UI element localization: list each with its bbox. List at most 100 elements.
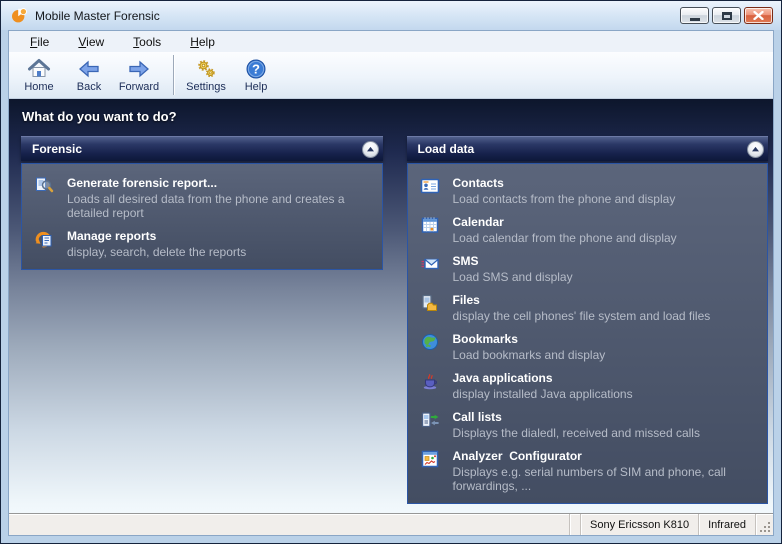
item-sms[interactable]: SMSLoad SMS and display <box>420 254 760 284</box>
contacts-icon <box>420 176 440 196</box>
item-calendar[interactable]: CalendarLoad calendar from the phone and… <box>420 215 760 245</box>
menu-item-view[interactable]: View <box>70 33 112 51</box>
bookmarks-icon <box>420 332 440 352</box>
analyzer-icon <box>420 449 440 469</box>
item-description: display, search, delete the reports <box>67 245 246 259</box>
minimize-button[interactable] <box>680 7 709 24</box>
status-connection: Infrared <box>698 514 755 535</box>
item-title[interactable]: Bookmarks <box>453 332 606 347</box>
item-title[interactable]: Calendar <box>453 215 677 230</box>
item-title[interactable]: Generate forensic report... <box>67 176 374 191</box>
item-description: Load SMS and display <box>453 270 573 284</box>
item-description: display the cell phones' file system and… <box>453 309 711 323</box>
menu-item-file[interactable]: File <box>22 33 57 51</box>
mobile-master-logo-icon <box>11 7 28 24</box>
status-empty-cell <box>569 514 580 535</box>
panel-body: ContactsLoad contacts from the phone and… <box>407 163 769 504</box>
item-analyzer-configurator[interactable]: Analyzer ConfiguratorDisplays e.g. seria… <box>420 449 760 493</box>
toolbar-button-back[interactable]: Back <box>64 56 114 95</box>
toolbar-button-label: Forward <box>119 81 159 93</box>
panel-forensic: Forensic Generate forensic report...Loads… <box>21 136 383 270</box>
calendar-icon <box>420 215 440 235</box>
item-manage-reports[interactable]: Manage reportsdisplay, search, delete th… <box>34 229 374 259</box>
forward-arrow-icon <box>127 57 151 81</box>
panel-body: Generate forensic report...Loads all des… <box>21 163 383 270</box>
panels: Forensic Generate forensic report...Loads… <box>9 124 773 504</box>
item-title[interactable]: Analyzer Configurator <box>453 449 760 464</box>
collapse-panel-button[interactable] <box>747 141 764 158</box>
item-generate-forensic-report[interactable]: Generate forensic report...Loads all des… <box>34 176 374 220</box>
toolbar-button-label: Home <box>24 81 53 93</box>
close-button[interactable] <box>744 7 773 24</box>
toolbar-button-label: Back <box>77 81 101 93</box>
item-description: Load contacts from the phone and display <box>453 192 676 206</box>
item-text: Filesdisplay the cell phones' file syste… <box>453 293 711 323</box>
item-description: Displays e.g. serial numbers of SIM and … <box>453 465 760 493</box>
item-title[interactable]: Contacts <box>453 176 676 191</box>
item-description: Load bookmarks and display <box>453 348 606 362</box>
help-icon: ? <box>244 57 268 81</box>
manage-reports-icon <box>34 229 54 249</box>
window-title: Mobile Master Forensic <box>35 9 160 23</box>
item-text: ContactsLoad contacts from the phone and… <box>453 176 676 206</box>
item-bookmarks[interactable]: BookmarksLoad bookmarks and display <box>420 332 760 362</box>
sms-icon <box>420 254 440 274</box>
item-title[interactable]: Java applications <box>453 371 633 386</box>
item-title[interactable]: Files <box>453 293 711 308</box>
item-text: CalendarLoad calendar from the phone and… <box>453 215 677 245</box>
item-description: Displays the dialedl, received and misse… <box>453 426 700 440</box>
toolbar-button-forward[interactable]: Forward <box>114 56 164 95</box>
panel-header: Load data <box>407 136 769 161</box>
status-spacer <box>9 514 569 535</box>
java-icon <box>420 371 440 391</box>
files-icon <box>420 293 440 313</box>
item-files[interactable]: Filesdisplay the cell phones' file syste… <box>420 293 760 323</box>
item-description: display installed Java applications <box>453 387 633 401</box>
call-lists-icon <box>420 410 440 430</box>
panel-load-data: Load data ContactsLoad contacts from the … <box>407 136 769 504</box>
toolbar-separator <box>173 55 174 95</box>
svg-text:?: ? <box>252 61 260 76</box>
window-controls <box>680 7 773 24</box>
status-bar: Sony Ericsson K810 Infrared <box>9 513 773 535</box>
menu-item-tools[interactable]: Tools <box>125 33 169 51</box>
item-contacts[interactable]: ContactsLoad contacts from the phone and… <box>420 176 760 206</box>
resize-grip[interactable] <box>755 514 773 535</box>
item-java-applications[interactable]: Java applicationsdisplay installed Java … <box>420 371 760 401</box>
item-text: Analyzer ConfiguratorDisplays e.g. seria… <box>453 449 760 493</box>
item-call-lists[interactable]: Call listsDisplays the dialedl, received… <box>420 410 760 440</box>
toolbar-button-home[interactable]: Home <box>14 56 64 95</box>
item-description: Load calendar from the phone and display <box>453 231 677 245</box>
item-title[interactable]: Call lists <box>453 410 700 425</box>
forensic-report-icon <box>34 176 54 196</box>
panel-header: Forensic <box>21 136 383 161</box>
item-text: Java applicationsdisplay installed Java … <box>453 371 633 401</box>
window-frame-bottom <box>1 536 781 543</box>
toolbar-button-settings[interactable]: Settings <box>181 56 231 95</box>
item-text: BookmarksLoad bookmarks and display <box>453 332 606 362</box>
settings-gears-icon <box>194 57 218 81</box>
item-text: SMSLoad SMS and display <box>453 254 573 284</box>
home-icon <box>27 57 51 81</box>
item-description: Loads all desired data from the phone an… <box>67 192 374 220</box>
menu-item-help[interactable]: Help <box>182 33 223 51</box>
status-device: Sony Ericsson K810 <box>580 514 698 535</box>
toolbar: Home Back Forward Settings ?Help <box>9 52 773 99</box>
item-text: Manage reportsdisplay, search, delete th… <box>67 229 246 259</box>
item-text: Call listsDisplays the dialedl, received… <box>453 410 700 440</box>
title-bar: Mobile Master Forensic <box>1 1 781 30</box>
maximize-button[interactable] <box>712 7 741 24</box>
menu-bar: File View Tools Help <box>9 31 773 52</box>
client-area: File View Tools Help Home Back Forward Setting… <box>8 30 774 536</box>
collapse-panel-button[interactable] <box>362 141 379 158</box>
toolbar-button-label: Settings <box>186 81 226 93</box>
page-title: What do you want to do? <box>9 99 773 124</box>
panel-title: Forensic <box>32 142 82 156</box>
item-text: Generate forensic report...Loads all des… <box>67 176 374 220</box>
main-content: What do you want to do? Forensic Generate… <box>9 99 773 513</box>
panel-title: Load data <box>418 142 475 156</box>
item-title[interactable]: SMS <box>453 254 573 269</box>
toolbar-button-help[interactable]: ?Help <box>231 56 281 95</box>
app-window: Mobile Master Forensic File View Tools Help… <box>0 0 782 544</box>
item-title[interactable]: Manage reports <box>67 229 246 244</box>
